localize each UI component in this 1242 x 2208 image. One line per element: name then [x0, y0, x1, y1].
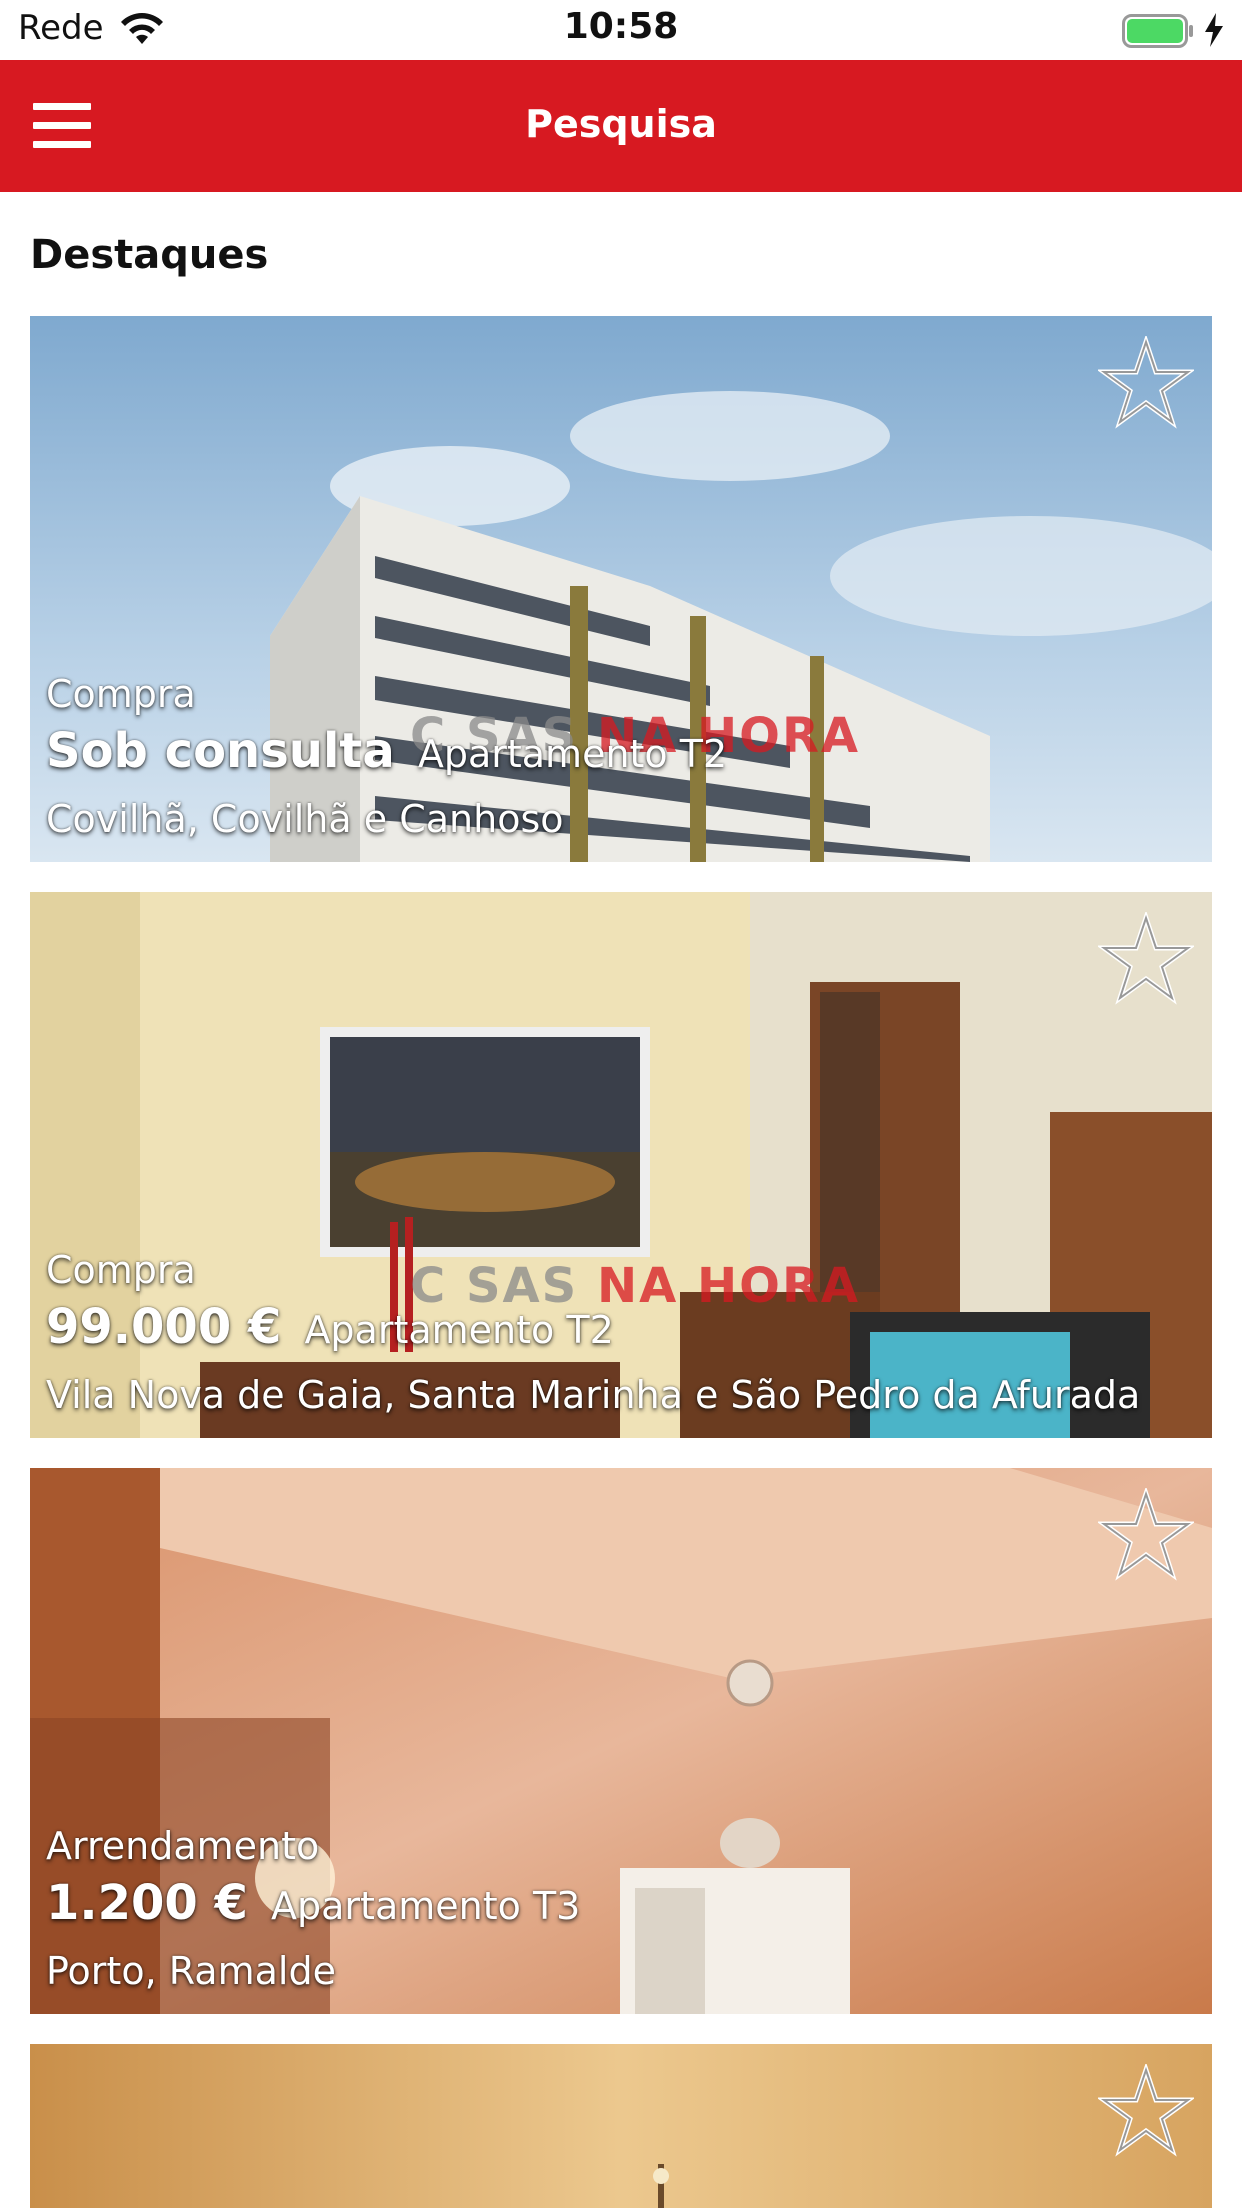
navbar: Pesquisa — [0, 60, 1242, 192]
listing-kind: Apartamento T2 — [304, 1308, 614, 1352]
star-icon[interactable] — [1098, 912, 1194, 1008]
listing-location: Vila Nova de Gaia, Santa Marinha e São P… — [46, 1373, 1141, 1417]
section-title: Destaques — [30, 232, 269, 278]
listing-info: Compra Sob consulta Apartamento T2 Covil… — [46, 669, 727, 844]
listing-price: 1.200 € — [46, 1875, 248, 1931]
listing-type: Arrendamento — [46, 1824, 320, 1868]
listing-type: Compra — [46, 672, 196, 716]
charging-bolt-icon — [1205, 13, 1223, 47]
listing-card[interactable]: C SAS NA HORA Compra 99.000 € Apartament… — [30, 892, 1212, 1438]
star-icon[interactable] — [1098, 2064, 1194, 2160]
status-bar: Rede 10:58 — [0, 0, 1242, 60]
listing-photo — [30, 2044, 1212, 2208]
clock: 10:58 — [563, 6, 679, 47]
listing-location: Covilhã, Covilhã e Canhoso — [46, 797, 564, 841]
listing-kind: Apartamento T3 — [271, 1884, 581, 1928]
listing-card[interactable] — [30, 2044, 1212, 2208]
listing-info: Arrendamento 1.200 € Apartamento T3 Port… — [46, 1821, 580, 1996]
listing-price: 99.000 € — [46, 1299, 282, 1355]
battery-icon — [1122, 14, 1193, 48]
listing-price: Sob consulta — [46, 723, 395, 779]
listing-location: Porto, Ramalde — [46, 1949, 336, 1993]
listing-kind: Apartamento T2 — [417, 732, 728, 776]
listing-card[interactable]: Arrendamento 1.200 € Apartamento T3 Port… — [30, 1468, 1212, 2014]
listing-info: Compra 99.000 € Apartamento T2 Vila Nova… — [46, 1245, 1140, 1420]
listing-type: Compra — [46, 1248, 196, 1292]
listing-card[interactable]: C SAS NA HORA Compra Sob consulta Aparta… — [30, 316, 1212, 862]
star-icon[interactable] — [1098, 336, 1194, 432]
page-title: Pesquisa — [525, 102, 717, 146]
star-icon[interactable] — [1098, 1488, 1194, 1584]
